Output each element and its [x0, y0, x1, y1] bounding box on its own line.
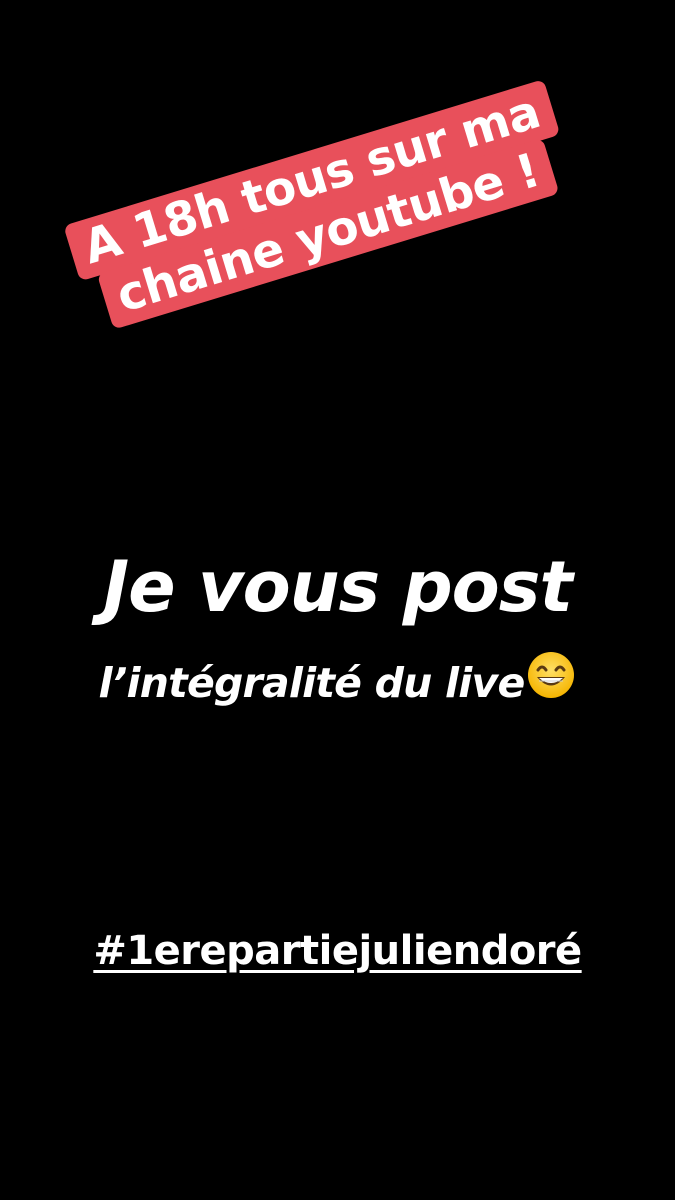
- caption-subline-row: l’intégralité du live: [0, 652, 675, 714]
- hashtag-row: #1erepartiejuliendoré: [0, 925, 675, 977]
- grinning-face-icon: [526, 650, 576, 714]
- caption-subline: l’intégralité du live: [98, 659, 526, 707]
- hashtag-link[interactable]: #1erepartiejuliendoré: [93, 928, 582, 974]
- story-canvas: A 18h tous sur ma chaine youtube ! Je vo…: [0, 0, 675, 1200]
- caption-headline: Je vous post: [103, 546, 573, 628]
- red-text-sticker: A 18h tous sur ma chaine youtube !: [26, 68, 614, 347]
